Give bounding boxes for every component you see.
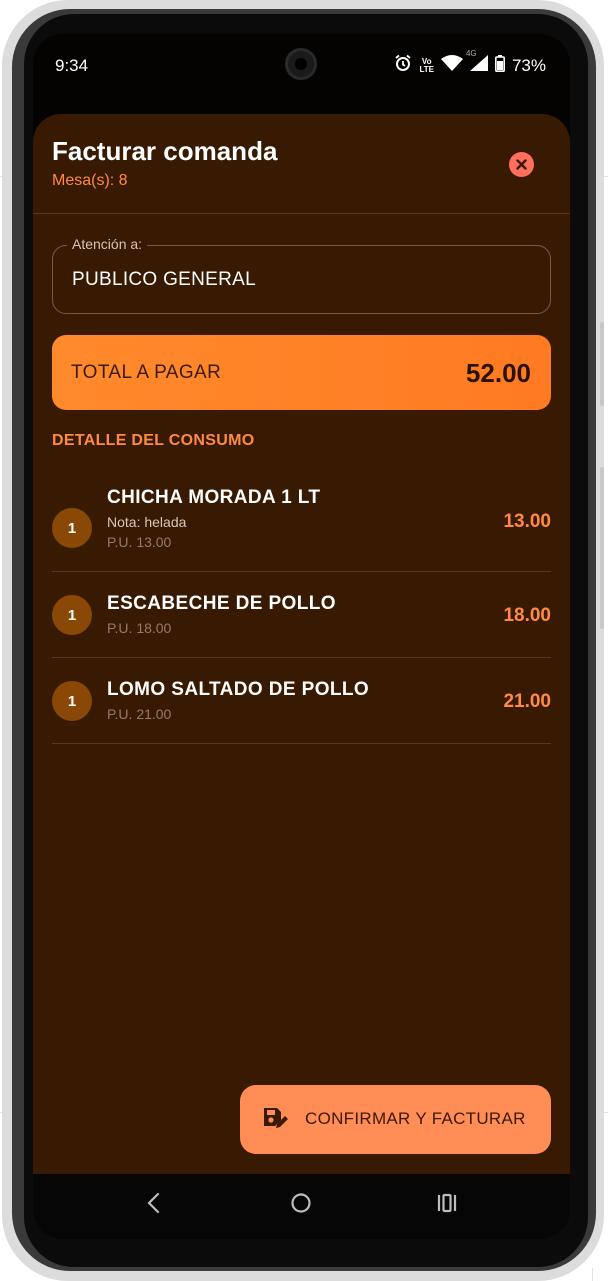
home-icon[interactable] — [290, 1192, 312, 1219]
alarm-icon — [394, 54, 412, 77]
total-label: TOTAL A PAGAR — [71, 362, 222, 383]
front-camera — [285, 48, 317, 80]
sheet-header: Facturar comanda Mesa(s): 8 — [33, 114, 570, 214]
status-icons: Vo LTE 4G 73% — [394, 49, 546, 77]
customer-field[interactable]: Atención a: PUBLICO GENERAL — [52, 236, 551, 314]
volte-icon: Vo LTE — [419, 57, 434, 74]
close-button[interactable] — [509, 152, 534, 177]
consumption-detail-title: DETALLE DEL CONSUMO — [52, 432, 255, 449]
network-type-text: 4G — [465, 49, 477, 58]
save-edit-icon — [262, 1106, 290, 1137]
item-note: Nota: helada — [107, 514, 187, 530]
item-name: CHICHA MORADA 1 LT — [107, 487, 321, 508]
customer-field-label: Atención a: — [67, 236, 148, 252]
close-icon — [516, 159, 527, 170]
list-item: 1 LOMO SALTADO DE POLLO P.U. 21.00 21.00 — [52, 658, 551, 744]
confirm-and-bill-button[interactable]: CONFIRMAR Y FACTURAR — [240, 1085, 551, 1154]
quantity-badge: 1 — [52, 508, 92, 548]
phone-screen: 9:34 Vo LTE 4G 73% Facturar comanda Mesa… — [33, 34, 570, 1239]
volte-bottom-text: LTE — [419, 64, 434, 74]
quantity-badge: 1 — [52, 681, 92, 721]
list-item: 1 ESCABECHE DE POLLO P.U. 18.00 18.00 — [52, 572, 551, 658]
confirm-button-label: CONFIRMAR Y FACTURAR — [305, 1109, 526, 1128]
quantity-badge: 1 — [52, 595, 92, 635]
item-unit-price: P.U. 21.00 — [107, 706, 172, 722]
cell-signal-icon: 4G — [466, 49, 488, 76]
volume-button — [600, 322, 604, 406]
list-item: 1 CHICHA MORADA 1 LT Nota: helada P.U. 1… — [52, 476, 551, 572]
battery-percentage: 73% — [511, 55, 546, 75]
android-navigation-bar — [33, 1174, 570, 1239]
background-line — [592, 1268, 593, 1281]
status-bar: 9:34 Vo LTE 4G 73% — [33, 34, 570, 98]
billing-sheet: Facturar comanda Mesa(s): 8 Atención a: … — [33, 114, 570, 1174]
customer-field-value[interactable]: PUBLICO GENERAL — [72, 269, 256, 291]
recent-apps-icon[interactable] — [436, 1192, 458, 1219]
item-name: ESCABECHE DE POLLO — [107, 593, 336, 614]
item-name: LOMO SALTADO DE POLLO — [107, 679, 370, 700]
total-value: 52.00 — [465, 358, 531, 388]
sheet-title: Facturar comanda — [52, 136, 278, 166]
item-unit-price: P.U. 18.00 — [107, 620, 172, 636]
status-time: 9:34 — [55, 56, 89, 75]
back-icon[interactable] — [145, 1192, 163, 1219]
table-number: Mesa(s): 8 — [52, 172, 128, 189]
battery-icon — [494, 54, 505, 77]
power-button — [600, 467, 604, 629]
total-to-pay-bar: TOTAL A PAGAR 52.00 — [52, 335, 551, 410]
wifi-icon — [440, 55, 463, 76]
item-price: 18.00 — [503, 605, 551, 626]
item-unit-price: P.U. 13.00 — [107, 534, 172, 550]
item-price: 13.00 — [503, 511, 551, 532]
item-price: 21.00 — [503, 691, 551, 712]
